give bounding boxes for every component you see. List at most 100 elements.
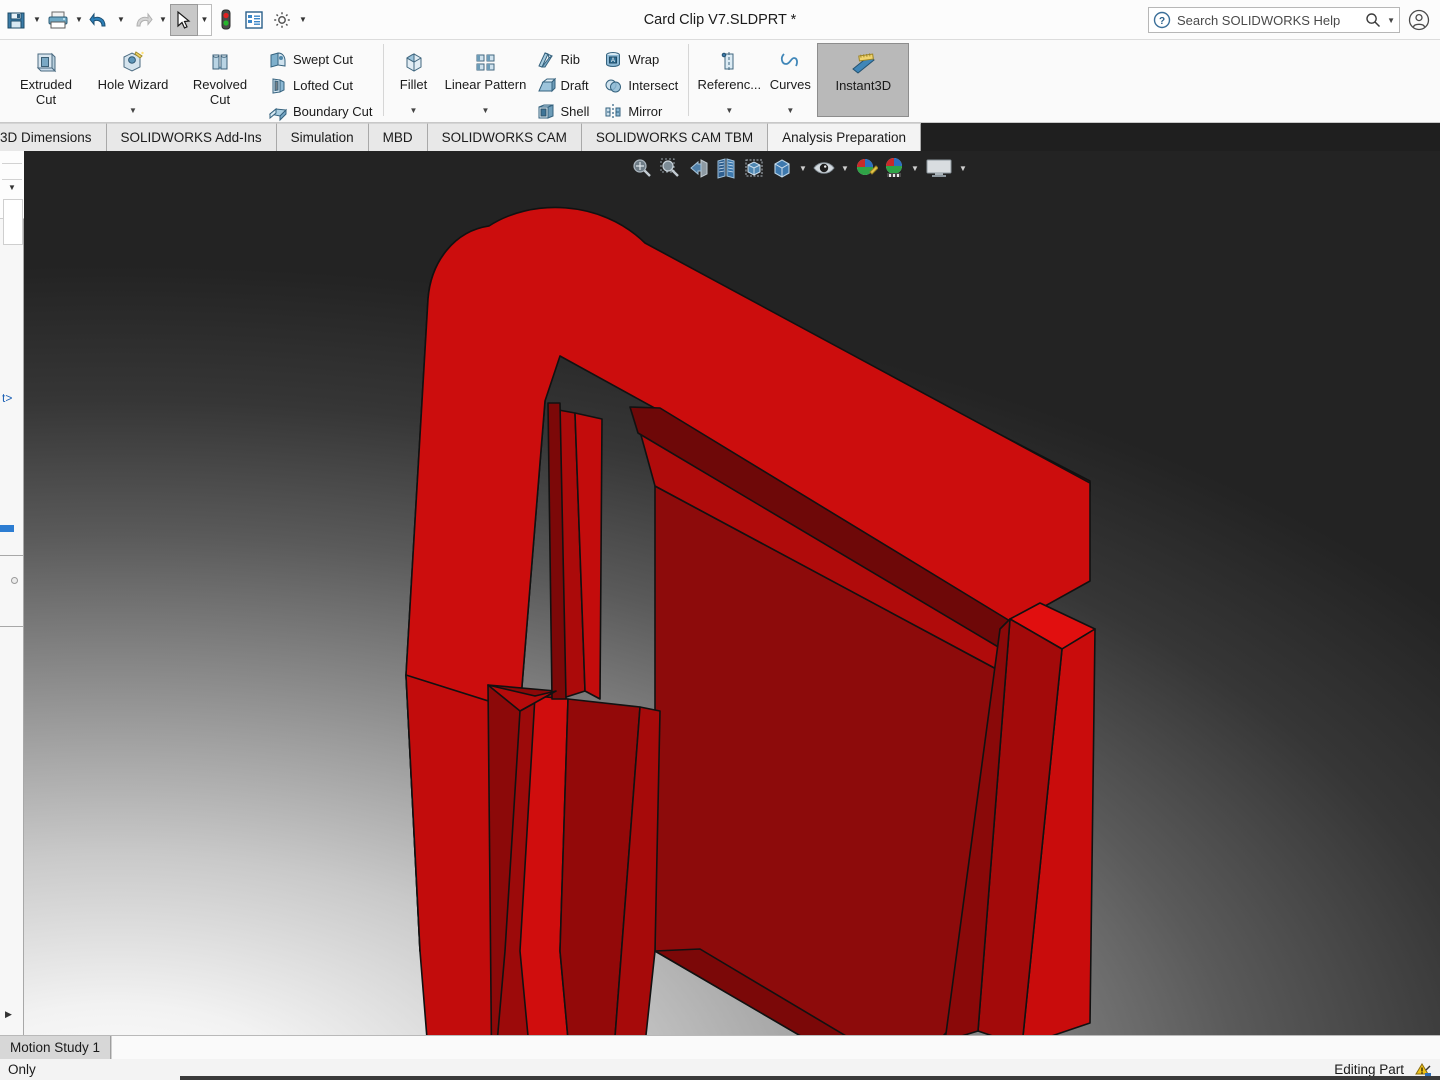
section-view-button[interactable] [713,154,739,182]
display-style-caret[interactable]: ▼ [797,154,809,182]
intersect-button[interactable]: Intersect [601,73,682,98]
hole-wizard-button[interactable]: Hole Wizard ▼ [92,43,174,117]
strip-dropdown-caret[interactable]: ▼ [8,183,16,192]
shell-button[interactable]: Shell [534,99,594,124]
extruded-cut-button[interactable]: ExtrudedCut [0,43,92,117]
boundary-cut-button[interactable]: Boundary Cut [266,99,377,124]
print-icon [47,10,69,30]
zoom-to-area-button[interactable] [657,154,683,182]
hole-wizard-dropdown-caret[interactable]: ▼ [92,106,174,115]
tab-mbd[interactable]: MBD [369,123,428,151]
expand-panel-arrow[interactable]: ▶ [5,1009,12,1020]
rib-button[interactable]: Rib [534,47,594,72]
fillet-button[interactable]: Fillet ▼ [390,43,438,117]
feature-tree-box[interactable] [3,199,23,245]
tab-label: 3D Dimensions [0,130,92,145]
editing-mode-text: Editing Part [1334,1062,1404,1077]
draft-icon [536,76,556,96]
tab-label: SOLIDWORKS CAM TBM [596,130,753,145]
search-dropdown-caret[interactable]: ▼ [1387,16,1395,25]
reference-geometry-button[interactable]: Referenc... ▼ [695,43,763,117]
apply-scene-icon [854,157,878,179]
fillet-dropdown-caret[interactable]: ▼ [390,106,438,115]
viewport-icon [924,157,954,179]
status-bar-bottom-strip [180,1076,1440,1080]
tab-solidworks-cam-tbm[interactable]: SOLIDWORKS CAM TBM [582,123,768,151]
swept-cut-icon [268,50,288,70]
user-account-button[interactable] [1402,3,1436,37]
apply-scene-button[interactable] [853,154,879,182]
mirror-icon [603,102,623,122]
draft-button[interactable]: Draft [534,73,594,98]
options-dropdown-caret[interactable]: ▼ [296,4,310,36]
command-manager-tabs: 3D Dimensions SOLIDWORKS Add-Ins Simulat… [0,123,1440,151]
save-dropdown-caret[interactable]: ▼ [30,4,44,36]
fillet-label: Fillet [400,77,427,92]
tab-label: MBD [383,130,413,145]
redo-dropdown-caret[interactable]: ▼ [156,4,170,36]
help-search-box[interactable]: ? Search SOLIDWORKS Help ▼ [1148,7,1400,33]
view-orientation-button[interactable] [741,154,767,182]
view-settings-eye-icon [812,157,836,179]
select-dropdown-caret[interactable]: ▼ [198,4,212,36]
mirror-button[interactable]: Mirror [601,99,682,124]
intersect-label: Intersect [628,78,678,93]
hole-wizard-icon [120,48,146,74]
feature-manager-strip[interactable]: ▼ t> ▶ [0,151,24,1035]
curves-dropdown-caret[interactable]: ▼ [763,106,817,115]
motion-study-tab[interactable]: Motion Study 1 [0,1036,111,1059]
strip-divider-2 [2,179,22,180]
undo-dropdown-caret[interactable]: ▼ [114,4,128,36]
hole-wizard-label: Hole Wizard [98,77,169,92]
viewport-button[interactable] [923,154,955,182]
extruded-cut-label: ExtrudedCut [20,77,72,107]
revolved-cut-label: RevolvedCut [193,77,247,107]
swept-cut-button[interactable]: Swept Cut [266,47,377,72]
tab-simulation[interactable]: Simulation [277,123,369,151]
tab-solidworks-add-ins[interactable]: SOLIDWORKS Add-Ins [107,123,277,151]
tab-solidworks-cam[interactable]: SOLIDWORKS CAM [428,123,582,151]
select-tool-button[interactable] [170,4,198,36]
model-viewport: Z X Y [0,151,1440,1035]
tab-analysis-preparation[interactable]: Analysis Preparation [768,123,921,151]
curves-button[interactable]: Curves ▼ [763,43,817,117]
wrap-button[interactable]: A Wrap [601,47,682,72]
extruded-cut-icon [34,48,58,74]
svg-text:A: A [611,58,615,64]
ribbon-toolbar: ExtrudedCut Hole Wizard ▼ [0,40,1440,123]
appearances-icon [882,157,906,179]
rebuild-button[interactable] [212,4,240,36]
save-button[interactable] [2,4,30,36]
svg-text:?: ? [1159,16,1165,27]
appearances-caret[interactable]: ▼ [909,154,921,182]
undo-button[interactable] [86,4,114,36]
reference-geometry-dropdown-caret[interactable]: ▼ [695,106,763,115]
hide-show-items-caret[interactable]: ▼ [839,154,851,182]
feature-tree-expand-arrow[interactable]: t> [2,391,12,405]
file-properties-icon [244,10,264,30]
viewport-caret[interactable]: ▼ [957,154,969,182]
revolved-cut-icon [208,48,232,74]
swept-cut-label: Swept Cut [293,52,353,67]
display-style-button[interactable] [769,154,795,182]
zoom-to-fit-button[interactable] [629,154,655,182]
previous-view-button[interactable] [685,154,711,182]
linear-pattern-dropdown-caret[interactable]: ▼ [438,106,534,115]
linear-pattern-button[interactable]: Linear Pattern ▼ [438,43,534,117]
reference-geometry-icon [717,48,741,74]
hide-show-items-button[interactable] [811,154,837,182]
redo-button[interactable] [128,4,156,36]
lofted-cut-button[interactable]: Lofted Cut [266,73,377,98]
print-dropdown-caret[interactable]: ▼ [72,4,86,36]
graphics-area[interactable]: Z X Y [0,151,1440,1035]
options-button[interactable] [268,4,296,36]
feature-manager-handle-tab[interactable] [0,555,24,627]
tab-3d-dimensions[interactable]: 3D Dimensions [0,123,107,151]
panel-resize-handle[interactable] [11,577,18,584]
revolved-cut-button[interactable]: RevolvedCut [174,43,266,117]
instant3d-button[interactable]: Instant3D [817,43,909,117]
appearances-button[interactable] [881,154,907,182]
file-properties-button[interactable] [240,4,268,36]
selection-highlight [0,525,14,532]
print-button[interactable] [44,4,72,36]
